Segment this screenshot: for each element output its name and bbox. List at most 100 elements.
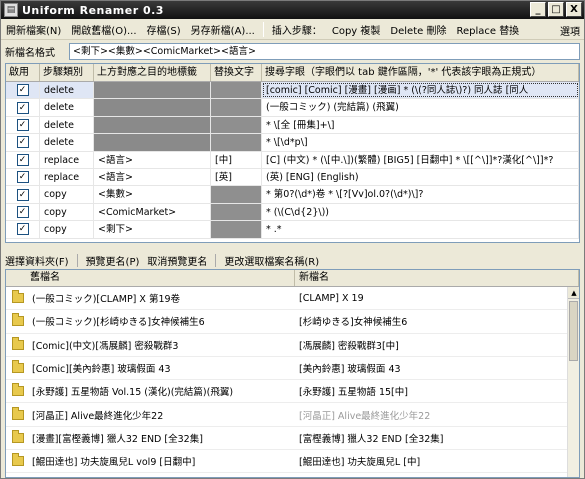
rule-replace-text[interactable]: [211, 99, 262, 116]
rule-replace-text[interactable]: [211, 221, 262, 238]
vertical-scrollbar[interactable]: ▲: [567, 287, 579, 477]
toolbar-separator: [76, 254, 78, 267]
rule-replace-text[interactable]: [211, 203, 262, 221]
file-row[interactable]: (一般コミック)[CLAMP] X 第19卷 [CLAMP] X 19: [6, 287, 579, 311]
rule-enabled-checkbox[interactable]: ✓: [16, 153, 29, 166]
rule-row[interactable]: ✓ delete [comic] [Comic] [漫畫] [漫画] * (\(?同…: [6, 82, 579, 100]
rule-search-terms[interactable]: * .*: [262, 221, 579, 238]
file-row[interactable]: [鯤田達也] 功夫旋風兒L vol9 [日翻中] [鯤田達也] 功夫旋風兒L [中…: [6, 450, 579, 474]
menu-options[interactable]: 選項: [560, 23, 580, 38]
rule-row[interactable]: ✓ delete (一般コミック) (完結篇) (飛翼): [6, 99, 579, 117]
header-old-name[interactable]: 舊檔名: [6, 270, 295, 286]
rename-selected-button[interactable]: 更改選取檔案名稱(R): [220, 253, 323, 268]
file-row[interactable]: [Comic](中文)[馮展麟] 密殺戰群3 [馮展麟] 密殺戰群3[中]: [6, 334, 579, 357]
menu-save-as[interactable]: 另存新檔(A)...: [186, 22, 260, 37]
folder-icon: [12, 313, 24, 327]
window-title: Uniform Renamer 0.3: [22, 3, 164, 17]
menu-insert-copy[interactable]: Copy 複製: [327, 22, 386, 37]
rule-row[interactable]: ✓ copy <ComicMarket> * (\(C\d{2}\)): [6, 203, 579, 222]
rule-action[interactable]: delete: [40, 99, 94, 116]
header-action[interactable]: 步驟類別: [40, 64, 94, 81]
file-row[interactable]: [漫畫][富樫義博] 獵人32 END [全32集] [富樫義博] 獵人32 EN…: [6, 427, 579, 451]
rule-enabled-checkbox[interactable]: ✓: [16, 101, 29, 114]
file-new-name: [杉崎ゆきる]女神候補生6: [299, 317, 408, 329]
rule-enabled-checkbox[interactable]: ✓: [16, 118, 29, 131]
rule-replace-text[interactable]: [211, 186, 262, 203]
rule-action[interactable]: delete: [40, 82, 94, 99]
rule-action[interactable]: replace: [40, 168, 94, 186]
rule-enabled-checkbox[interactable]: ✓: [16, 84, 29, 97]
folder-icon: [12, 429, 24, 443]
header-search-terms[interactable]: 搜尋字眼（字眼們以 tab 鍵作區隔，'*' 代表該字眼為正規式）: [262, 64, 579, 81]
rule-row[interactable]: ✓ copy <剩下> * .*: [6, 221, 579, 239]
file-row[interactable]: [河晶正] Alive最終進化少年22 [河晶正] Alive最終進化少年22: [6, 403, 579, 427]
rule-replace-text[interactable]: [211, 116, 262, 134]
rule-replace-text[interactable]: [英]: [211, 168, 262, 186]
rule-row[interactable]: ✓ delete * \[\d*p\]: [6, 134, 579, 152]
scroll-up-icon[interactable]: ▲: [568, 287, 579, 299]
file-old-name: [Comic](中文)[馮展麟] 密殺戰群3: [32, 340, 179, 352]
header-replace-text[interactable]: 替換文字: [211, 64, 262, 81]
rule-search-terms[interactable]: (一般コミック) (完結篇) (飛翼): [262, 99, 579, 116]
rule-action[interactable]: copy: [40, 186, 94, 203]
rule-enabled-checkbox[interactable]: ✓: [16, 205, 29, 218]
minimize-button[interactable]: _: [530, 2, 546, 17]
file-row[interactable]: (一般コミック)[杉崎ゆきる]女神候補生6 [杉崎ゆきる]女神候補生6: [6, 310, 579, 334]
rule-search-terms[interactable]: * \[全 [冊集]+\]: [262, 116, 579, 134]
rules-header: 啟用 步驟類別 上方對應之目的地標籤 替換文字 搜尋字眼（字眼們以 tab 鍵作…: [6, 64, 579, 82]
rule-enabled-checkbox[interactable]: ✓: [16, 136, 29, 149]
rule-row[interactable]: ✓ replace <語言> [英] (英) [ENG] (English): [6, 168, 579, 187]
menu-open-file[interactable]: 開啟舊檔(O)...: [66, 22, 141, 37]
format-input[interactable]: <剩下><集數><ComicMarket><語言>: [69, 43, 580, 60]
rule-replace-text[interactable]: [211, 134, 262, 151]
rule-target-tag[interactable]: [94, 134, 211, 151]
rule-search-terms[interactable]: * \[\d*p\]: [262, 134, 579, 151]
rule-enabled-checkbox[interactable]: ✓: [16, 188, 29, 201]
select-folder-button[interactable]: 選擇資料夾(F): [1, 253, 73, 268]
scroll-thumb[interactable]: [569, 301, 578, 361]
rule-search-terms[interactable]: [C] (中文) * (\[中.\])(繁體) [BIG5] [日翻中] * \…: [262, 151, 579, 168]
maximize-button[interactable]: □: [548, 2, 564, 17]
menu-new-file[interactable]: 開新檔案(N): [1, 22, 66, 37]
rule-search-terms[interactable]: (英) [ENG] (English): [262, 168, 579, 186]
rule-search-terms[interactable]: * (\(C\d{2}\)): [262, 203, 579, 221]
menu-insert-delete[interactable]: Delete 刪除: [385, 22, 451, 37]
rule-target-tag[interactable]: <語言>: [94, 168, 211, 186]
header-target-tag[interactable]: 上方對應之目的地標籤: [94, 64, 211, 81]
rule-replace-text[interactable]: [211, 82, 262, 99]
rule-target-tag[interactable]: <語言>: [94, 151, 211, 168]
file-row[interactable]: [Comic][美內鈴惠] 玻璃假面 43 [美內鈴惠] 玻璃假面 43: [6, 357, 579, 381]
rule-row[interactable]: ✓ replace <語言> [中] [C] (中文) * (\[中.\])(繁體) […: [6, 151, 579, 169]
rule-action[interactable]: copy: [40, 221, 94, 238]
file-new-name: [美內鈴惠] 玻璃假面 43: [299, 364, 401, 376]
cancel-preview-button[interactable]: 取消預覽更名: [143, 253, 211, 268]
rule-target-tag[interactable]: <集數>: [94, 186, 211, 203]
splitter[interactable]: [1, 244, 584, 250]
preview-rename-button[interactable]: 預覽更名(P): [82, 253, 144, 268]
menu-save[interactable]: 存檔(S): [142, 22, 186, 37]
rule-action[interactable]: delete: [40, 116, 94, 134]
header-new-name[interactable]: 新檔名: [295, 270, 579, 286]
rule-target-tag[interactable]: <ComicMarket>: [94, 203, 211, 221]
rule-search-terms[interactable]: * 第0?(\d*)卷 * \[?[Vv]ol.0?(\d*)\]?: [262, 186, 579, 203]
menu-insert-replace[interactable]: Replace 替換: [451, 22, 524, 37]
rule-replace-text[interactable]: [中]: [211, 151, 262, 168]
rule-enabled-checkbox[interactable]: ✓: [16, 223, 29, 236]
rule-row[interactable]: ✓ copy <集數> * 第0?(\d*)卷 * \[?[Vv]ol.0?(\d*)…: [6, 186, 579, 204]
rule-action[interactable]: delete: [40, 134, 94, 151]
rule-action[interactable]: copy: [40, 203, 94, 221]
rule-target-tag[interactable]: [94, 82, 211, 99]
rule-action[interactable]: replace: [40, 151, 94, 168]
close-button[interactable]: X: [566, 2, 582, 17]
file-row[interactable]: [鯤田達也] 新功夫旋風兒 第8卷 (漫)[鯤田達也] 新功夫旋風兒 8[中]: [6, 473, 579, 477]
title-bar[interactable]: ▤ Uniform Renamer 0.3 _ □ X: [1, 1, 584, 19]
rule-enabled-cell: ✓: [6, 99, 40, 116]
header-enabled[interactable]: 啟用: [6, 64, 40, 81]
rule-target-tag[interactable]: [94, 116, 211, 134]
file-row[interactable]: [永野護] 五星物語 Vol.15 (漢化)(完結篇)(飛翼) [永野護] 五星物…: [6, 380, 579, 404]
rule-enabled-checkbox[interactable]: ✓: [16, 171, 29, 184]
rule-target-tag[interactable]: <剩下>: [94, 221, 211, 238]
rule-target-tag[interactable]: [94, 99, 211, 116]
rule-search-terms[interactable]: [comic] [Comic] [漫畫] [漫画] * (\(?同人誌\)?) …: [262, 82, 579, 99]
rule-row[interactable]: ✓ delete * \[全 [冊集]+\]: [6, 116, 579, 135]
